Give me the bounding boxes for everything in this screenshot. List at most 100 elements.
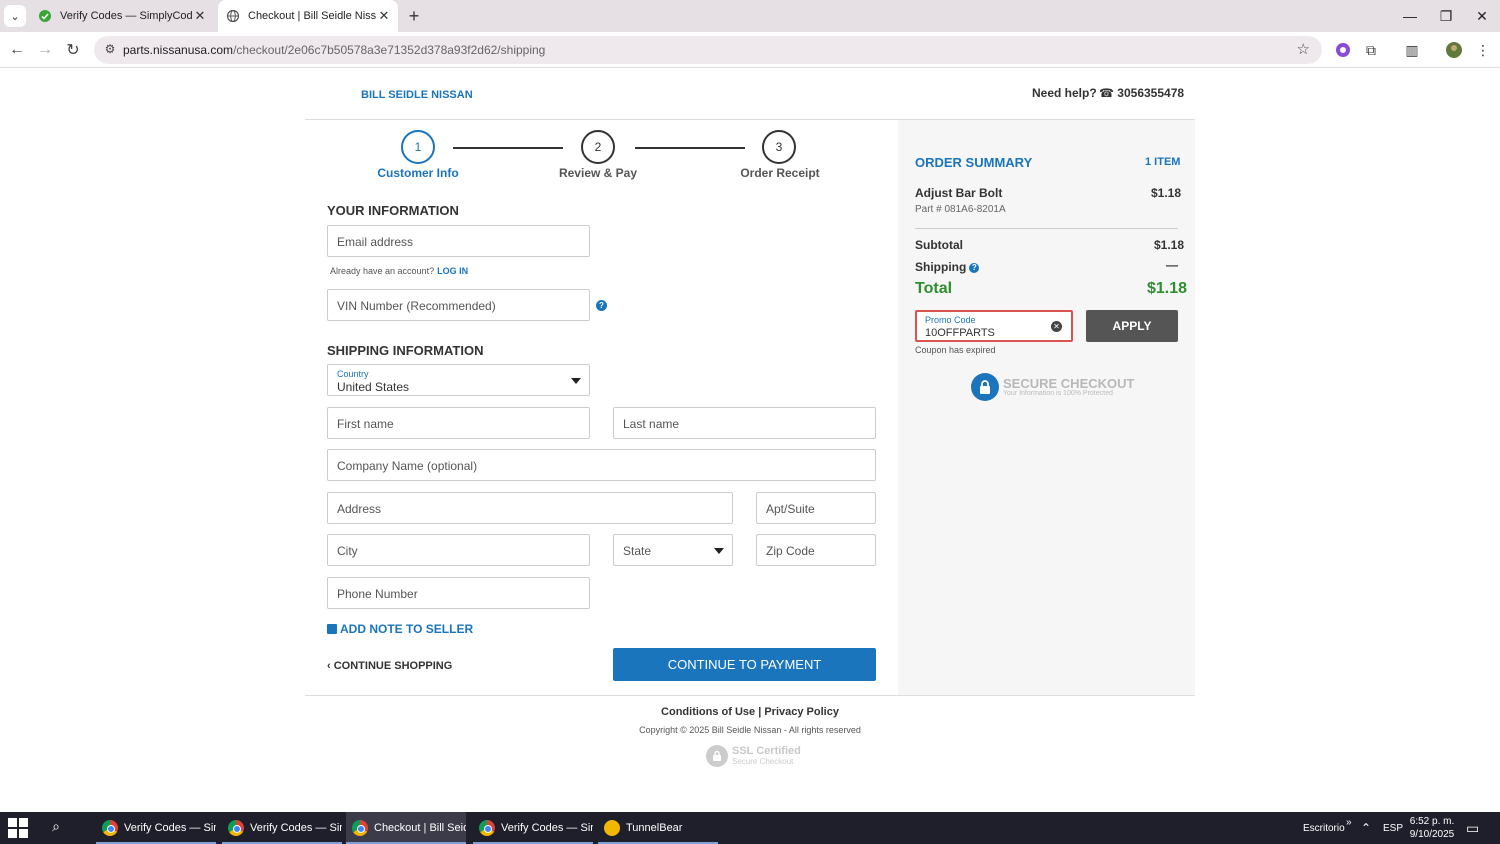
chevron-left-icon: ‹ bbox=[327, 660, 331, 672]
continue-shopping-link[interactable]: ‹ CONTINUE SHOPPING bbox=[327, 660, 452, 672]
zip-code-field[interactable]: Zip Code bbox=[756, 534, 876, 566]
language-indicator[interactable]: ESP bbox=[1383, 812, 1403, 844]
last-name-field[interactable]: Last name bbox=[613, 407, 876, 439]
caret-down-icon bbox=[714, 548, 724, 554]
step-1-label: Customer Info bbox=[377, 166, 459, 180]
desktop-toolbar-label[interactable]: Escritorio bbox=[1303, 812, 1345, 844]
step-3-label: Order Receipt bbox=[740, 166, 820, 180]
taskbar-item-chrome[interactable]: Verify Codes — Sim... bbox=[222, 812, 342, 844]
forward-arrow-icon[interactable]: → bbox=[33, 38, 57, 62]
reading-mode-icon[interactable]: ▥ bbox=[1402, 40, 1422, 60]
site-settings-icon[interactable]: ⚙ bbox=[102, 42, 118, 58]
login-link[interactable]: LOG IN bbox=[437, 266, 468, 276]
taskbar-item-label: Verify Codes — Sim... bbox=[124, 822, 216, 834]
item-part-number: Part # 081A6-8201A bbox=[915, 204, 1006, 215]
tab-search-button[interactable]: ⌄ bbox=[4, 5, 26, 27]
help-label: Need help? bbox=[1032, 86, 1097, 100]
tab-verify-codes[interactable]: Verify Codes — SimplyCodes ✕ bbox=[30, 0, 214, 32]
taskbar-item-chrome[interactable]: Verify Codes — Sim... bbox=[96, 812, 216, 844]
chrome-icon bbox=[228, 820, 244, 836]
tray-chevron-up-icon[interactable]: ⌃ bbox=[1361, 812, 1371, 844]
copyright-text: Copyright © 2025 Bill Seidle Nissan - Al… bbox=[639, 725, 861, 735]
menu-kebab-icon[interactable]: ⋮ bbox=[1473, 40, 1493, 60]
last-name-placeholder: Last name bbox=[623, 417, 680, 431]
total-value: $1.18 bbox=[1147, 280, 1188, 297]
company-placeholder: Company Name (optional) bbox=[337, 459, 478, 473]
shipping-information-title: SHIPPING INFORMATION bbox=[327, 343, 484, 358]
clock-date: 9/10/2025 bbox=[1409, 829, 1455, 840]
vin-help-icon[interactable]: ? bbox=[596, 300, 607, 311]
profile-avatar-icon[interactable] bbox=[1444, 40, 1464, 60]
taskbar-item-label: Checkout | Bill Seid... bbox=[374, 822, 466, 834]
add-note-to-seller-link[interactable]: ADD NOTE TO SELLER bbox=[327, 622, 473, 636]
conditions-of-use-link[interactable]: Conditions of Use bbox=[661, 706, 755, 718]
promo-code-field[interactable]: Promo Code 10OFFPARTS ✕ bbox=[915, 310, 1073, 342]
continue-to-payment-button[interactable]: CONTINUE TO PAYMENT bbox=[613, 648, 876, 681]
tab-strip: ⌄ Verify Codes — SimplyCodes ✕ Checkout … bbox=[0, 0, 1500, 32]
vin-placeholder: VIN Number (Recommended) bbox=[337, 299, 496, 313]
shipping-help-icon[interactable]: ? bbox=[969, 263, 980, 273]
account-note-text: Already have an account? bbox=[330, 266, 435, 276]
step-2-circle: 2 bbox=[581, 130, 615, 164]
first-name-placeholder: First name bbox=[337, 417, 394, 431]
globe-favicon-icon bbox=[226, 9, 240, 23]
close-tab-icon[interactable]: ✕ bbox=[376, 8, 392, 24]
account-note: Already have an account? LOG IN bbox=[330, 266, 468, 276]
apply-promo-button[interactable]: APPLY bbox=[1086, 310, 1178, 342]
footer-separator: | bbox=[758, 706, 762, 718]
address-placeholder: Address bbox=[337, 502, 382, 516]
privacy-policy-link[interactable]: Privacy Policy bbox=[764, 706, 839, 718]
phone-number-field[interactable]: Phone Number bbox=[327, 577, 590, 609]
promo-error-message: Coupon has expired bbox=[915, 345, 996, 355]
apt-suite-field[interactable]: Apt/Suite bbox=[756, 492, 876, 524]
taskbar-item-label: Verify Codes — Sim... bbox=[250, 822, 342, 834]
notifications-icon[interactable]: ▭ bbox=[1466, 812, 1479, 844]
subtotal-label: Subtotal bbox=[915, 238, 963, 252]
step-connector bbox=[453, 147, 563, 149]
reload-icon[interactable]: ↻ bbox=[61, 38, 85, 62]
address-bar[interactable]: ⚙ parts.nissanusa.com/checkout/2e06c7b50… bbox=[94, 36, 1322, 64]
clock-time: 6:52 p. m. bbox=[1409, 816, 1455, 827]
close-tab-icon[interactable]: ✕ bbox=[192, 8, 208, 24]
brand-logo-link[interactable]: BILL SEIDLE NISSAN bbox=[361, 89, 473, 101]
taskbar-item-label: Verify Codes — Sim... bbox=[501, 822, 593, 834]
city-field[interactable]: City bbox=[327, 534, 590, 566]
taskbar-item-tunnelbear[interactable]: TunnelBear bbox=[598, 812, 718, 844]
system-clock[interactable]: 6:52 p. m. 9/10/2025 bbox=[1406, 815, 1458, 841]
restore-icon[interactable]: ❐ bbox=[1428, 0, 1464, 32]
windows-start-icon[interactable] bbox=[8, 818, 28, 838]
country-select[interactable]: Country United States bbox=[327, 364, 590, 396]
taskbar-item-chrome-active[interactable]: Checkout | Bill Seid... bbox=[346, 812, 466, 844]
item-price: $1.18 bbox=[1151, 186, 1182, 200]
toolbar-expand-icon[interactable]: » bbox=[1346, 806, 1352, 838]
address-field[interactable]: Address bbox=[327, 492, 733, 524]
step-3-circle: 3 bbox=[762, 130, 796, 164]
state-select[interactable]: State bbox=[613, 534, 733, 566]
search-icon[interactable]: ⌕ bbox=[46, 818, 66, 838]
state-placeholder: State bbox=[623, 544, 652, 558]
back-arrow-icon[interactable]: ← bbox=[5, 38, 29, 62]
puzzle-extensions-icon[interactable]: ⧉ bbox=[1361, 40, 1381, 60]
phone-icon: ☎ bbox=[1099, 86, 1114, 100]
clear-promo-icon[interactable]: ✕ bbox=[1051, 321, 1062, 332]
footer-links: Conditions of Use | Privacy Policy bbox=[0, 706, 1500, 718]
company-field[interactable]: Company Name (optional) bbox=[327, 449, 876, 481]
vin-field[interactable]: VIN Number (Recommended) bbox=[327, 289, 590, 321]
tab-checkout[interactable]: Checkout | Bill Seidle Nissan ✕ bbox=[218, 0, 398, 32]
secure-checkout-badge: SECURE CHECKOUT Your Information is 100%… bbox=[971, 373, 1134, 401]
caret-down-icon bbox=[571, 378, 581, 384]
phone-number-placeholder: Phone Number bbox=[337, 587, 418, 601]
phone-link[interactable]: ☎ 3056355478 bbox=[1099, 86, 1184, 100]
ssl-certified-badge: SSL Certified Secure Checkout bbox=[706, 745, 801, 767]
first-name-field[interactable]: First name bbox=[327, 407, 590, 439]
email-field[interactable]: Email address bbox=[327, 225, 590, 257]
bookmark-star-icon[interactable]: ☆ bbox=[1297, 40, 1310, 58]
close-window-icon[interactable]: ✕ bbox=[1464, 0, 1500, 32]
windows-taskbar: ⌕ Verify Codes — Sim... Verify Codes — S… bbox=[0, 812, 1500, 844]
divider bbox=[915, 228, 1178, 229]
minimize-icon[interactable]: — bbox=[1392, 0, 1428, 32]
add-note-label: ADD NOTE TO SELLER bbox=[340, 622, 474, 636]
taskbar-item-chrome[interactable]: Verify Codes — Sim... bbox=[473, 812, 593, 844]
new-tab-button[interactable]: + bbox=[404, 6, 424, 26]
extension-icon[interactable] bbox=[1333, 40, 1353, 60]
